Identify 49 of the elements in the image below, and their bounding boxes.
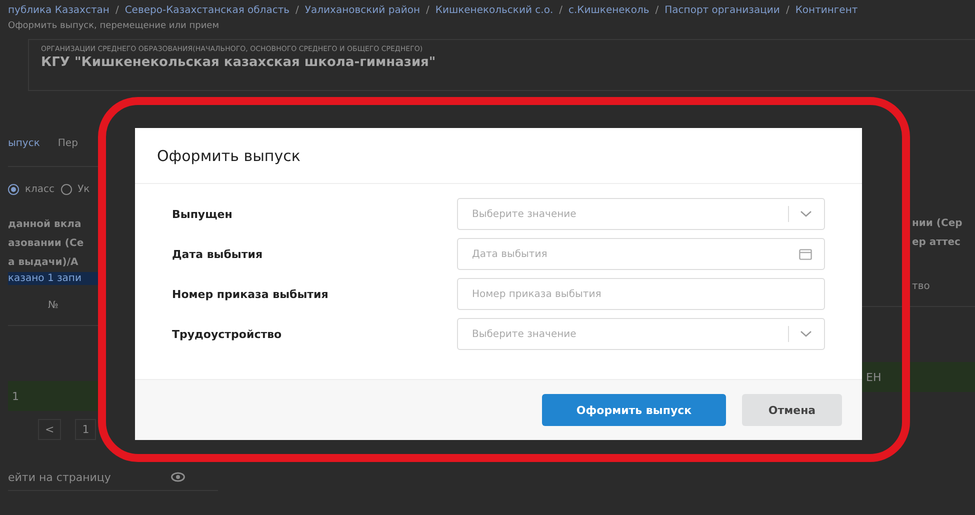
select-field[interactable]: Выберите значение <box>457 318 825 350</box>
organization-name: КГУ "Кишкенекольская казахская школа-гимназия" <box>41 55 437 70</box>
field-label: Трудоустройство <box>172 328 283 340</box>
breadcrumb-separator: / <box>559 5 562 16</box>
input-field[interactable]: Номер приказа выбытия <box>457 278 825 310</box>
breadcrumb-link[interactable]: публика Казахстан <box>8 5 110 16</box>
breadcrumb-separator: / <box>655 5 659 16</box>
chevron-down-icon <box>800 330 812 338</box>
modal-title: Оформить выпуск <box>157 146 300 164</box>
field-label: Выпущен <box>172 208 234 220</box>
select-field[interactable]: Выберите значение <box>457 198 825 230</box>
previous-page-button[interactable]: < <box>38 419 62 440</box>
radio-button[interactable] <box>8 184 19 194</box>
calendar-icon <box>799 248 812 260</box>
breadcrumb-link[interactable]: Кишкенекольский с.о. <box>435 5 554 16</box>
records-notice: казано 1 запи <box>8 272 98 285</box>
column-header: тво <box>912 280 930 292</box>
info-text: азовании (Се <box>8 237 85 251</box>
radio-button[interactable] <box>60 184 72 194</box>
info-text: нии (Сер <box>912 217 964 231</box>
info-text: а выдачи)/А <box>8 256 80 270</box>
page-subtitle: Оформить выпуск, перемещение или прием <box>8 21 220 31</box>
breadcrumb-link[interactable]: Уалихановский район <box>304 5 420 16</box>
info-text: ер аттес <box>912 236 962 250</box>
date-field[interactable]: Дата выбытия <box>457 238 825 270</box>
class-label: класс <box>25 184 55 194</box>
page-button[interactable]: 1 <box>75 419 96 440</box>
table-cell: ЕН <box>866 370 882 384</box>
goto-page-label: ейти на страницу <box>8 470 111 484</box>
chevron-down-icon <box>800 210 812 218</box>
tab[interactable]: ыпуск <box>8 138 58 149</box>
field-label: Номер приказа выбытия <box>172 288 330 300</box>
breadcrumb-separator: / <box>786 5 790 16</box>
cancel-button[interactable]: Отмена <box>742 394 842 426</box>
breadcrumb-link[interactable]: Паспорт организации <box>664 5 780 16</box>
table-cell: 1 <box>12 390 19 402</box>
breadcrumb-link[interactable]: с.Кишкенеколь <box>568 5 650 16</box>
tab[interactable]: Пер <box>58 138 86 149</box>
breadcrumb-separator: / <box>426 5 430 16</box>
breadcrumb-separator: / <box>115 5 119 16</box>
class-label: Ук <box>78 184 90 194</box>
breadcrumb-separator: / <box>296 5 299 16</box>
field-label: Дата выбытия <box>172 248 264 260</box>
info-text: данной вкла <box>8 218 82 232</box>
breadcrumb-link[interactable]: Контингент <box>795 5 858 16</box>
breadcrumb-link[interactable]: Северо-Казахстанская область <box>124 5 290 16</box>
column-header: № <box>48 300 58 310</box>
submit-button[interactable]: Оформить выпуск <box>542 394 726 426</box>
eye-icon[interactable] <box>170 470 185 484</box>
